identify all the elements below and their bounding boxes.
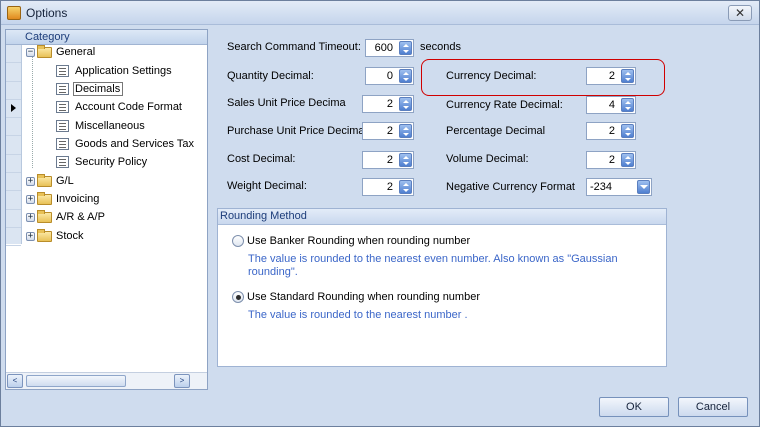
category-panel: Category − General Application Settings … xyxy=(5,29,208,390)
cancel-button[interactable]: Cancel xyxy=(678,397,748,417)
app-icon xyxy=(7,6,21,20)
scroll-thumb[interactable] xyxy=(26,375,126,387)
folder-icon xyxy=(37,173,52,187)
collapse-icon[interactable]: − xyxy=(26,47,35,57)
tree-item-label: A/R & A/P xyxy=(56,211,105,223)
dropdown-arrow-icon[interactable] xyxy=(637,180,650,194)
currency-rate-decimal-label: Currency Rate Decimal: xyxy=(446,99,563,111)
volume-decimal-label: Volume Decimal: xyxy=(446,153,529,165)
currency-rate-decimal-input[interactable]: 4 xyxy=(586,96,636,114)
banker-rounding-radio[interactable] xyxy=(232,235,244,247)
page-icon xyxy=(56,156,69,168)
folder-icon xyxy=(37,191,52,205)
page-icon xyxy=(56,138,69,150)
quantity-decimal-input[interactable]: 0 xyxy=(365,67,414,85)
page-icon xyxy=(56,120,69,132)
negative-currency-format-label: Negative Currency Format xyxy=(446,181,575,193)
spinner-icon[interactable] xyxy=(621,153,634,167)
weight-decimal-label: Weight Decimal: xyxy=(227,180,307,192)
negative-currency-format-select[interactable]: -234 xyxy=(586,178,652,196)
title-bar: Options ✕ xyxy=(1,1,759,25)
tree-item-miscellaneous[interactable]: Miscellaneous xyxy=(56,117,145,135)
decimals-settings-panel: Search Command Timeout: 600 seconds Quan… xyxy=(211,29,757,390)
tree-item-label: Security Policy xyxy=(75,156,148,168)
cost-decimal-input[interactable]: 2 xyxy=(362,151,414,169)
tree-item-gl[interactable]: + G/L xyxy=(26,172,74,190)
spinner-icon[interactable] xyxy=(399,69,412,83)
purchase-unit-price-decimal-input[interactable]: 2 xyxy=(362,122,414,140)
search-timeout-input[interactable]: 600 xyxy=(365,39,414,57)
ok-button[interactable]: OK xyxy=(599,397,669,417)
window-title: Options xyxy=(26,6,68,20)
percentage-decimal-label: Percentage Decimal xyxy=(446,125,546,137)
close-button[interactable]: ✕ xyxy=(728,5,752,21)
page-icon xyxy=(56,83,69,95)
tree-item-label: Miscellaneous xyxy=(75,120,145,132)
folder-icon xyxy=(37,44,52,58)
tree-item-account-code-format[interactable]: Account Code Format xyxy=(56,98,182,116)
tree-item-label: Account Code Format xyxy=(75,101,182,113)
tree-item-general[interactable]: − General xyxy=(26,43,95,61)
tree-item-label: General xyxy=(56,46,96,58)
spinner-icon[interactable] xyxy=(399,180,412,194)
tree-item-label: Stock xyxy=(56,230,84,242)
standard-rounding-description: The value is rounded to the nearest numb… xyxy=(248,309,468,321)
purchase-unit-price-decimal-label: Purchase Unit Price Decima xyxy=(227,125,365,137)
weight-decimal-input[interactable]: 2 xyxy=(362,178,414,196)
scroll-left-button[interactable]: < xyxy=(7,374,23,388)
spinner-icon[interactable] xyxy=(399,41,412,55)
tree-item-label: G/L xyxy=(56,175,74,187)
banker-rounding-description-line1: The value is rounded to the nearest even… xyxy=(248,253,618,265)
expand-icon[interactable]: + xyxy=(26,212,35,222)
row-indicator-gutter xyxy=(6,45,22,247)
expand-icon[interactable]: + xyxy=(26,231,35,241)
spinner-icon[interactable] xyxy=(621,124,634,138)
scroll-right-button[interactable]: > xyxy=(174,374,190,388)
sales-unit-price-decimal-label: Sales Unit Price Decima xyxy=(227,97,346,109)
rounding-method-title: Rounding Method xyxy=(218,209,666,225)
tree-item-label: Goods and Services Tax xyxy=(75,138,195,150)
seconds-unit-label: seconds xyxy=(420,41,461,53)
spinner-icon[interactable] xyxy=(399,97,412,111)
tree-item-decimals[interactable]: Decimals xyxy=(56,80,124,98)
tree-item-security-policy[interactable]: Security Policy xyxy=(56,153,147,171)
tree-item-label: Invoicing xyxy=(56,193,100,205)
tree-item-goods-and-services-tax[interactable]: Goods and Services Tax xyxy=(56,135,194,153)
horizontal-scrollbar[interactable]: < > xyxy=(6,372,207,389)
banker-rounding-label[interactable]: Use Banker Rounding when rounding number xyxy=(247,235,470,248)
expand-icon[interactable]: + xyxy=(26,194,35,204)
tree-item-stock[interactable]: + Stock xyxy=(26,227,84,245)
tree-item-invoicing[interactable]: + Invoicing xyxy=(26,190,99,208)
sales-unit-price-decimal-input[interactable]: 2 xyxy=(362,95,414,113)
banker-rounding-description-line2: rounding". xyxy=(248,266,298,278)
expand-icon[interactable]: + xyxy=(26,176,35,186)
options-dialog: Options ✕ Category − General Application… xyxy=(0,0,760,427)
spinner-icon[interactable] xyxy=(399,153,412,167)
volume-decimal-input[interactable]: 2 xyxy=(586,151,636,169)
tree-item-label: Decimals xyxy=(73,82,124,96)
standard-rounding-radio[interactable] xyxy=(232,291,244,303)
currency-decimal-highlight xyxy=(421,59,665,96)
search-timeout-label: Search Command Timeout: xyxy=(227,41,361,53)
tree-item-application-settings[interactable]: Application Settings xyxy=(56,62,172,80)
folder-icon xyxy=(37,209,52,223)
rounding-method-group: Rounding Method Use Banker Rounding when… xyxy=(217,208,667,367)
percentage-decimal-input[interactable]: 2 xyxy=(586,122,636,140)
page-icon xyxy=(56,101,69,113)
current-row-arrow-icon xyxy=(11,103,16,112)
folder-icon xyxy=(37,228,52,242)
cost-decimal-label: Cost Decimal: xyxy=(227,153,296,165)
page-icon xyxy=(56,65,69,77)
tree-item-ar-ap[interactable]: + A/R & A/P xyxy=(26,208,105,226)
spinner-icon[interactable] xyxy=(399,124,412,138)
tree-item-label: Application Settings xyxy=(75,65,172,77)
quantity-decimal-label: Quantity Decimal: xyxy=(227,70,314,82)
standard-rounding-label[interactable]: Use Standard Rounding when rounding numb… xyxy=(247,291,480,304)
spinner-icon[interactable] xyxy=(621,98,634,112)
